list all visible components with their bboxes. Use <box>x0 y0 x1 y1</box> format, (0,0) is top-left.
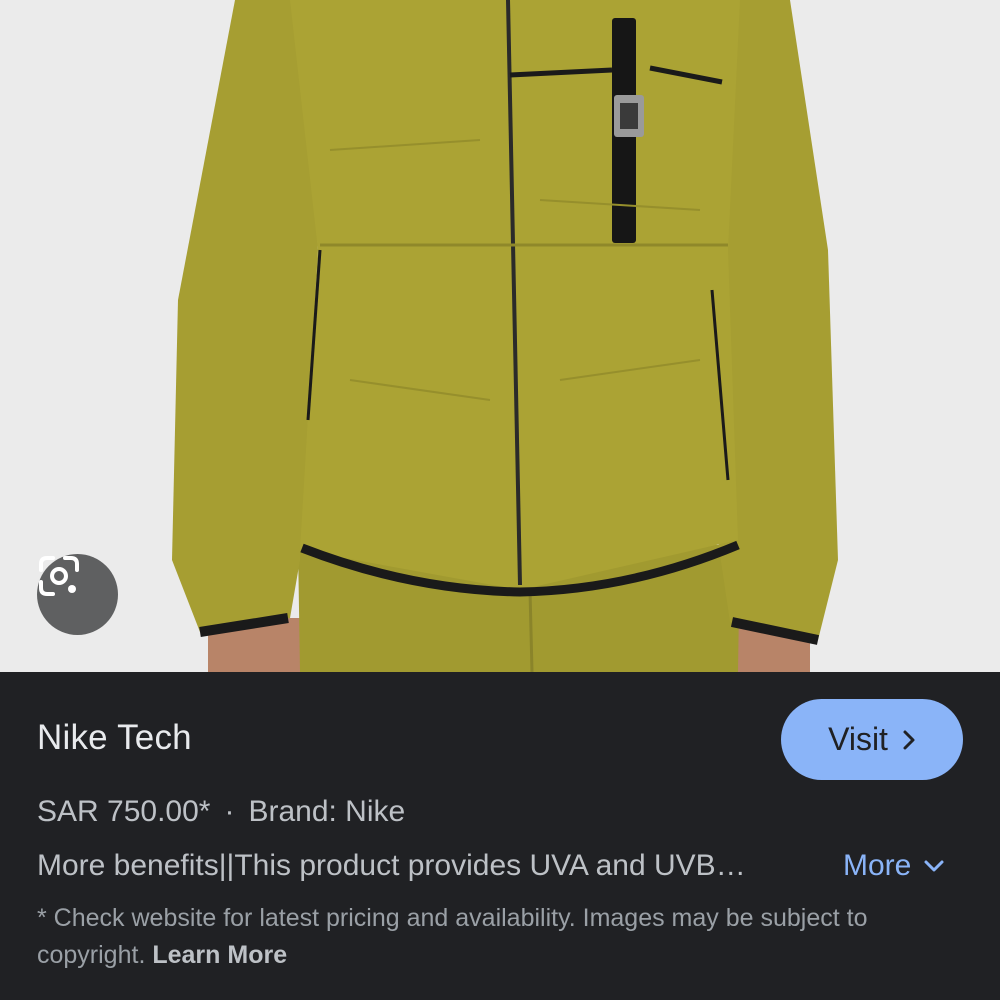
google-lens-button[interactable] <box>37 554 118 635</box>
left-sleeve <box>172 0 318 632</box>
google-lens-icon <box>39 556 79 596</box>
product-price: SAR 750.00* <box>37 795 211 828</box>
meta-separator: · <box>224 795 235 828</box>
more-button-label: More <box>843 849 912 882</box>
chevron-down-icon <box>923 859 945 873</box>
product-meta: SAR 750.00* · Brand: Nike <box>37 795 405 829</box>
disclaimer: * Check website for latest pricing and a… <box>37 900 967 974</box>
learn-more-link[interactable]: Learn More <box>152 941 287 969</box>
visit-button-label: Visit <box>828 721 888 757</box>
visit-button[interactable]: Visit <box>781 699 963 780</box>
product-image[interactable] <box>0 0 1000 672</box>
chevron-right-icon <box>902 729 916 751</box>
jacket-illustration <box>172 0 838 672</box>
more-button[interactable]: More <box>843 849 945 883</box>
product-brand: Brand: Nike <box>248 795 406 828</box>
product-description: More benefits||This product provides UVA… <box>37 849 746 882</box>
product-title: Nike Tech <box>37 718 192 757</box>
